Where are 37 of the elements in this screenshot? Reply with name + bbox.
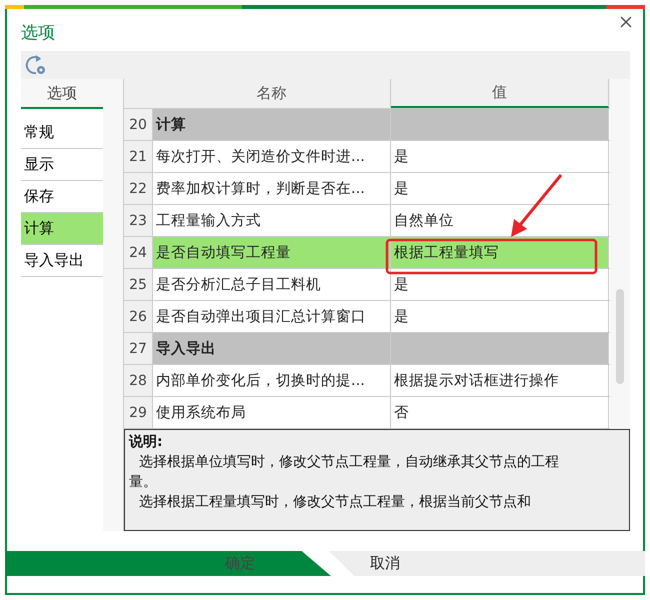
- row-number: 24: [124, 237, 153, 268]
- table-cell[interactable]: 使用系统布局: [153, 397, 391, 428]
- table-cell[interactable]: 根据工程量填写: [391, 237, 609, 268]
- row-number: 21: [124, 141, 153, 172]
- refresh-gear-icon[interactable]: [25, 54, 47, 76]
- sidebar-item[interactable]: 计算: [21, 213, 103, 245]
- table-cell[interactable]: 工程量输入方式: [153, 205, 391, 236]
- row-number: 22: [124, 173, 153, 204]
- cancel-button[interactable]: 取消: [329, 551, 645, 576]
- row-number: 23: [124, 205, 153, 236]
- description-text: 选择根据工程量填写时，修改父节点工程量，根据当前父节点和: [138, 493, 532, 512]
- row-number: 20: [124, 109, 153, 140]
- table-cell[interactable]: 是否自动弹出项目汇总计算窗口: [153, 301, 391, 332]
- description-heading: 说明:: [129, 433, 164, 452]
- row-number: 25: [124, 269, 153, 300]
- column-header: 名称: [153, 79, 391, 108]
- row-number: 27: [124, 333, 153, 364]
- table-cell[interactable]: 否: [391, 397, 609, 428]
- table-cell[interactable]: 是: [391, 301, 609, 332]
- table-cell[interactable]: 是: [391, 173, 609, 204]
- table-cell[interactable]: 计算: [153, 109, 391, 140]
- window-title: 选项: [21, 22, 55, 44]
- row-number: 29: [124, 397, 153, 428]
- description-text: 选择根据单位填写时，修改父节点工程量，自动继承其父节点的工程量。: [129, 453, 559, 492]
- table-cell[interactable]: [391, 109, 609, 140]
- table-cell[interactable]: 每次打开、关闭造价文件时进...: [153, 141, 391, 172]
- row-number: 28: [124, 365, 153, 396]
- table-cell[interactable]: 导入导出: [153, 333, 391, 364]
- table-cell[interactable]: 是否自动填写工程量: [153, 237, 391, 268]
- table-cell[interactable]: [391, 333, 609, 364]
- annotation-arrow: [511, 174, 562, 237]
- table-cell[interactable]: 是: [391, 141, 609, 172]
- table-cell[interactable]: 是否分析汇总子目工料机: [153, 269, 391, 300]
- scrollbar-thumb[interactable]: [616, 289, 624, 384]
- table-cell[interactable]: 根据提示对话框进行操作: [391, 365, 609, 396]
- row-number: 26: [124, 301, 153, 332]
- table-cell[interactable]: 是: [391, 269, 609, 300]
